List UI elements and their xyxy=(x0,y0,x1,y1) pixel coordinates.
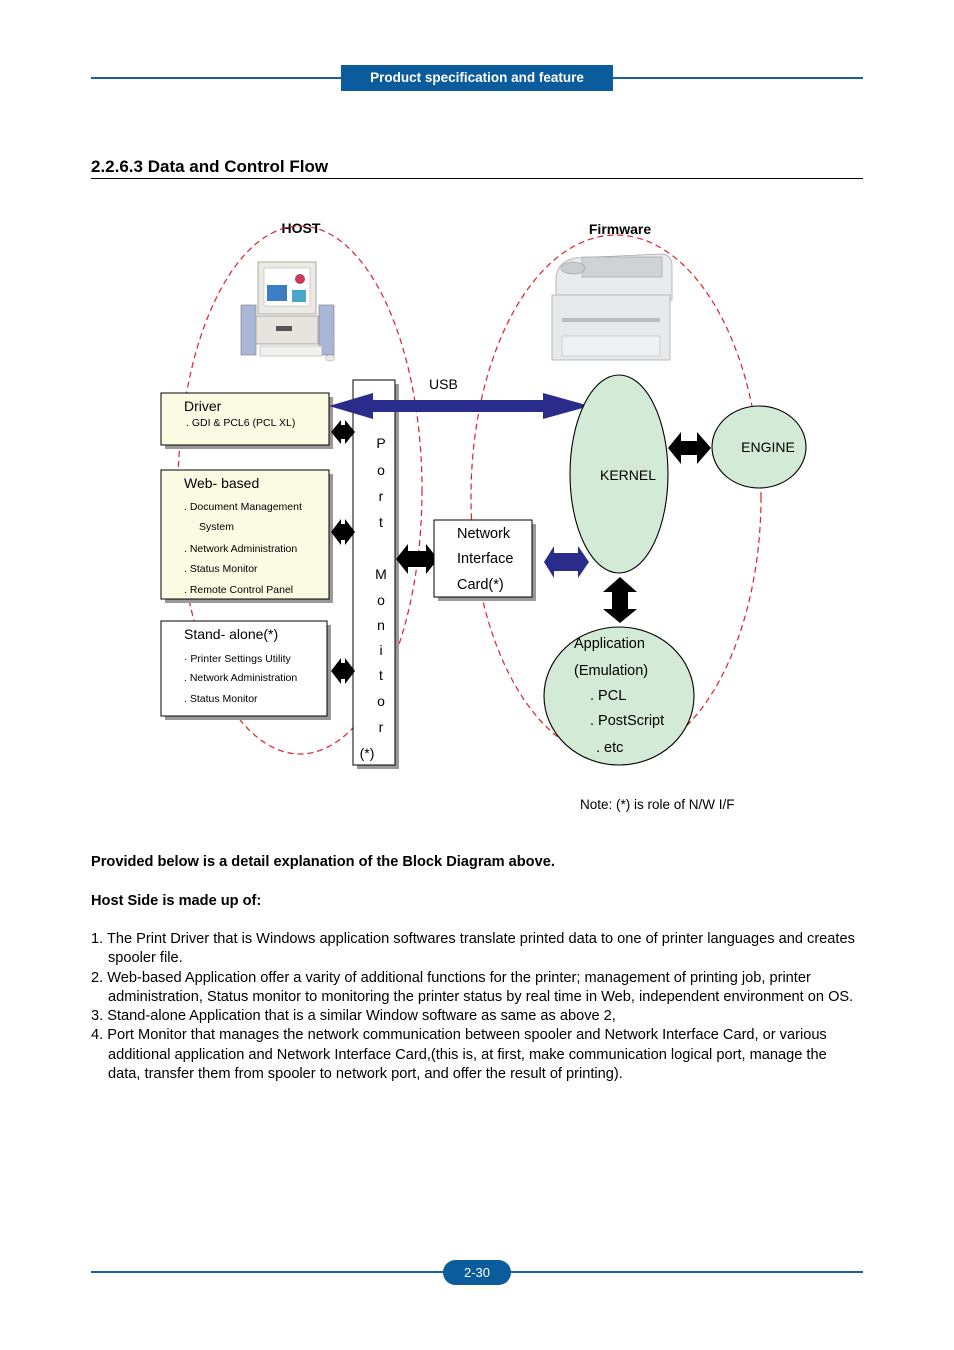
usb-label: USB xyxy=(429,376,458,392)
application-line: . etc xyxy=(596,740,623,756)
nic-kernel-arrow xyxy=(544,546,589,578)
port-monitor-bar: PortMonitor (*) xyxy=(352,379,396,766)
nic-line: Network xyxy=(457,526,511,542)
stand-alone-item: · Printer Settings Utility xyxy=(184,653,292,665)
application-line: . PostScript xyxy=(590,713,664,729)
port-monitor-letter: o xyxy=(377,592,385,608)
list-item: 4. Port Monitor that manages the network… xyxy=(91,1027,827,1083)
port-monitor-letter: r xyxy=(379,719,384,735)
application-line: . PCL xyxy=(590,688,626,704)
computer-icon xyxy=(240,261,336,362)
port-monitor-letter: o xyxy=(377,462,385,478)
printer-icon xyxy=(551,253,673,361)
driver-box: Driver . GDI & PCL6 (PCL XL) xyxy=(160,392,330,446)
stand-alone-item: . Network Administration xyxy=(184,672,297,684)
web-based-item: . Document Management xyxy=(184,501,302,513)
web-port-arrow xyxy=(331,519,355,545)
web-based-item: . Status Monitor xyxy=(184,563,258,575)
application-line: (Emulation) xyxy=(574,663,648,679)
kernel-label: KERNEL xyxy=(600,467,656,483)
intro-paragraph: Provided below is a detail explanation o… xyxy=(91,854,555,870)
host-side-list: 1. The Print Driver that is Windows appl… xyxy=(91,930,861,1084)
driver-port-arrow xyxy=(331,420,355,444)
port-monitor-letter: n xyxy=(377,617,385,633)
list-item: 3. Stand-alone Application that is a sim… xyxy=(91,1008,616,1025)
driver-item: . GDI & PCL6 (PCL XL) xyxy=(186,417,295,429)
web-based-item: . Network Administration xyxy=(184,543,297,555)
web-based-box: Web- based . Document Management System … xyxy=(160,469,330,600)
nic-line: Interface xyxy=(457,551,513,567)
nic-line: Card(*) xyxy=(457,577,504,593)
web-based-item: . Remote Control Panel xyxy=(184,584,293,596)
port-monitor-suffix: (*) xyxy=(360,745,375,761)
page-number: 2-30 xyxy=(443,1260,511,1285)
port-monitor-letter: o xyxy=(377,693,385,709)
application-line: Application xyxy=(574,636,645,652)
host-side-heading: Host Side is made up of: xyxy=(91,893,262,909)
port-monitor-letter: r xyxy=(379,488,384,504)
kernel-engine-arrow xyxy=(668,432,711,464)
driver-title: Driver xyxy=(184,398,222,414)
list-item: 1. The Print Driver that is Windows appl… xyxy=(91,931,855,967)
port-monitor-letter: M xyxy=(375,566,387,582)
stand-alone-item: . Status Monitor xyxy=(184,693,258,705)
port-monitor-letter: i xyxy=(379,642,382,658)
list-item: 2. Web-based Application offer a varity … xyxy=(91,969,854,1005)
network-interface-card-box: Network Interface Card(*) xyxy=(433,519,533,598)
usb-arrow xyxy=(329,393,590,419)
port-monitor-letter: P xyxy=(376,435,385,451)
engine-label: ENGINE xyxy=(741,439,795,455)
stand-alone-port-arrow xyxy=(331,658,355,684)
stand-alone-title: Stand- alone(*) xyxy=(184,626,278,642)
port-monitor-letter: t xyxy=(379,667,383,683)
port-nic-arrow xyxy=(396,544,438,574)
web-based-item: System xyxy=(199,521,234,533)
port-monitor-letter: t xyxy=(379,514,383,530)
diagram-note: Note: (*) is role of N/W I/F xyxy=(580,797,735,812)
kernel-application-arrow xyxy=(603,577,637,623)
block-diagram: HOST Firmware Driver . GDI & PCL6 (PCL X… xyxy=(160,220,807,812)
stand-alone-box: Stand- alone(*) · Printer Settings Utili… xyxy=(160,620,328,717)
web-based-title: Web- based xyxy=(184,475,259,491)
